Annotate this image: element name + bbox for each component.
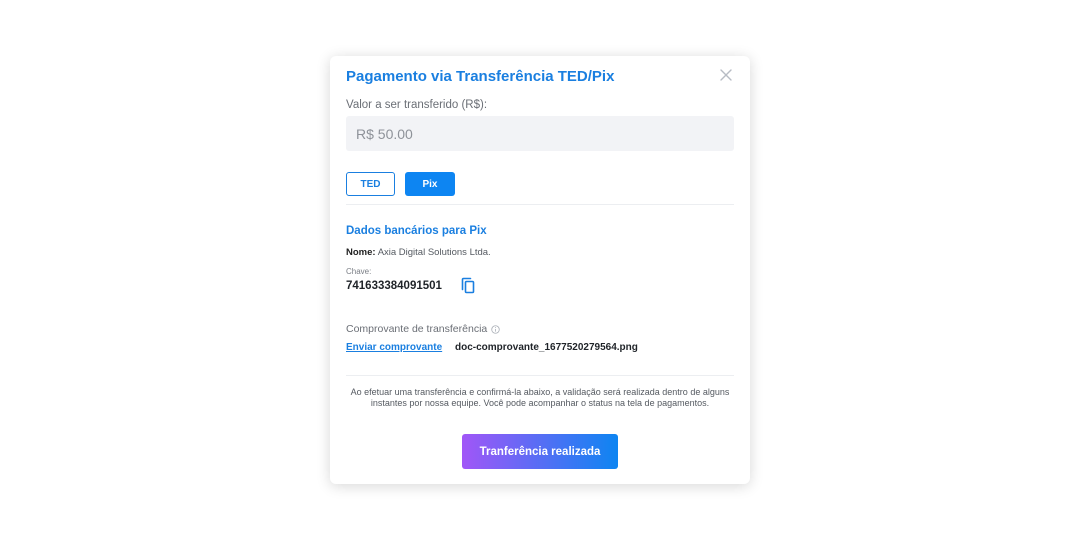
info-icon[interactable] [491,324,500,334]
name-value: Axia Digital Solutions Ltda. [377,247,491,258]
transfer-done-button[interactable]: Tranferência realizada [462,434,618,469]
divider [346,375,734,376]
modal-title: Pagamento via Transferência TED/Pix [346,68,615,85]
pix-button[interactable]: Pix [405,172,455,196]
receipt-label-text: Comprovante de transferência [346,323,488,335]
upload-receipt-link[interactable]: Enviar comprovante [346,342,442,353]
bank-details-title: Dados bancários para Pix [346,225,487,237]
amount-input[interactable] [346,116,734,151]
key-label: Chave: [346,267,372,276]
account-name: Nome: Axia Digital Solutions Ltda. [346,247,491,258]
copy-icon[interactable] [460,277,476,295]
ted-button[interactable]: TED [346,172,395,196]
divider [346,204,734,205]
name-label: Nome: [346,247,376,258]
pix-key-value: 741633384091501 [346,280,442,292]
payment-modal: Pagamento via Transferência TED/Pix Valo… [330,56,750,484]
amount-label: Valor a ser transferido (R$): [346,99,488,111]
close-icon[interactable] [718,66,734,84]
uploaded-file-name: doc-comprovante_1677520279564.png [455,342,638,353]
validation-notice: Ao efetuar uma transferência e confirmá-… [350,387,730,408]
receipt-label: Comprovante de transferência [346,323,500,335]
